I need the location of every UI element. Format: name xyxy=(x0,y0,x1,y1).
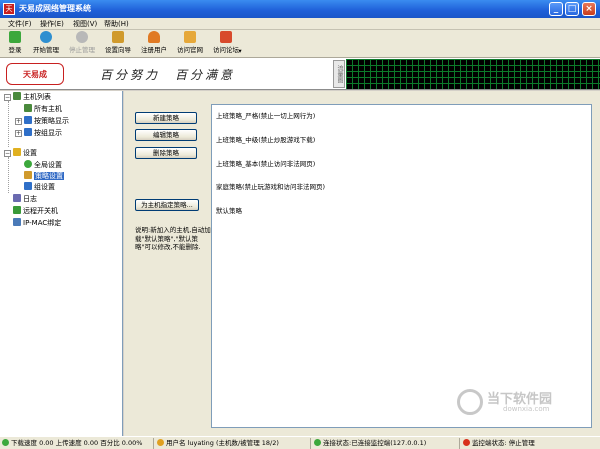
policy-settings-panel: 新建策略 编辑策略 删除策略 为主机指定策略... 说明:新加入的主机,自动加载… xyxy=(124,91,600,436)
policy-icon xyxy=(24,171,32,179)
policy-list-item[interactable]: 默认策略 xyxy=(216,207,242,216)
start-manage-button[interactable]: 开始管理 xyxy=(29,31,63,57)
menu-bar: 文件(F) 操作(E) 视图(V) 帮助(H) xyxy=(0,18,600,30)
tree-item-group-settings[interactable]: 组设置 xyxy=(24,182,55,192)
stop-icon xyxy=(76,31,88,43)
toolbar: 登录 开始管理 停止管理 设置向导 注册用户 访问官网 访问论坛 ▾ xyxy=(0,30,600,58)
visit-website-button[interactable]: 访问官网 xyxy=(173,31,207,57)
delete-policy-button[interactable]: 删除策略 xyxy=(135,147,197,159)
tree-item-by-group[interactable]: 按组显示 xyxy=(24,128,62,138)
policy-note: 说明:新加入的主机,自动加载"默认策略","默认策略"可以修改,不能删除. xyxy=(135,226,211,251)
expand-toggle-by-policy[interactable]: + xyxy=(15,118,22,125)
tree-item-settings[interactable]: 设置 xyxy=(13,148,37,158)
tree-item-remote-power[interactable]: 远程开关机 xyxy=(13,206,58,216)
expand-toggle-settings[interactable]: − xyxy=(4,150,11,157)
status-user: 用户名 luyating (主机数/被管理 18/2) xyxy=(155,438,311,449)
tree-item-policy-settings[interactable]: 策略设置 xyxy=(24,171,64,181)
status-connection: 连接状态:已连接监控端(127.0.0.1) xyxy=(312,438,460,449)
slogan: 百分努力 百分满意 xyxy=(100,68,236,82)
assign-policy-button[interactable]: 为主机指定策略... xyxy=(135,199,199,211)
policy-list-item[interactable]: 上班策略_严格(禁止一切上网行为) xyxy=(216,112,315,121)
log-icon xyxy=(13,194,21,202)
new-policy-button[interactable]: 新建策略 xyxy=(135,112,197,124)
settings-icon xyxy=(13,148,21,156)
power-icon xyxy=(13,206,21,214)
edit-policy-button[interactable]: 编辑策略 xyxy=(135,129,197,141)
minimize-button[interactable]: _ xyxy=(549,2,563,16)
user-icon xyxy=(157,439,164,446)
tree-item-ip-mac-binding[interactable]: IP-MAC绑定 xyxy=(13,218,61,228)
menu-operation[interactable]: 操作(E) xyxy=(40,18,64,30)
login-icon xyxy=(9,31,21,43)
tree-item-all-hosts[interactable]: 所有主机 xyxy=(24,104,62,114)
policy-list-item[interactable]: 家庭策略(禁止玩游戏和访问非法网页) xyxy=(216,183,325,192)
menu-help[interactable]: 帮助(H) xyxy=(104,18,129,30)
tree-item-by-policy[interactable]: 按策略显示 xyxy=(24,116,69,126)
tree-item-log[interactable]: 日志 xyxy=(13,194,37,204)
policy-list-item[interactable]: 上班策略_基本(禁止访问非法网页) xyxy=(216,160,315,169)
login-button[interactable]: 登录 xyxy=(3,31,27,57)
wizard-icon xyxy=(112,31,124,43)
start-icon xyxy=(40,31,52,43)
policy-list[interactable]: 上班策略_严格(禁止一切上网行为) 上班策略_中级(禁止炒股游戏下载) 上班策略… xyxy=(211,104,592,428)
speed-icon xyxy=(2,439,9,446)
forum-icon xyxy=(220,31,232,43)
chevron-down-icon: ▾ xyxy=(238,47,242,55)
setup-wizard-button[interactable]: 设置向导 xyxy=(101,31,135,57)
tree-item-global-settings[interactable]: 全局设置 xyxy=(24,160,62,170)
menu-file[interactable]: 文件(F) xyxy=(8,18,32,30)
download-icon xyxy=(457,389,483,415)
traffic-graph-label: 流量图 xyxy=(333,60,345,88)
status-bar: 下载速度 0.00 上传速度 0.00 百分比 0.00% 用户名 luyati… xyxy=(0,436,600,449)
stop-manage-button[interactable]: 停止管理 xyxy=(65,31,99,57)
stop-icon xyxy=(463,439,470,446)
tree-item-host-list[interactable]: 主机列表 xyxy=(13,92,51,102)
menu-view[interactable]: 视图(V) xyxy=(73,18,97,30)
connection-icon xyxy=(314,439,321,446)
computer-icon xyxy=(13,92,21,100)
banner: 天易成 百分努力 百分满意 流量图 xyxy=(0,58,600,90)
network-card-icon xyxy=(13,218,21,226)
home-icon xyxy=(184,31,196,43)
title-bar: 天 天易成网络管理系统 _ □ × xyxy=(0,0,600,18)
navigation-tree: − 主机列表 所有主机 + 按策略显示 + 按组显示 − 设置 全局设置 策略设… xyxy=(0,91,123,436)
globe-icon xyxy=(24,160,32,168)
expand-toggle-host-list[interactable]: − xyxy=(4,94,11,101)
app-icon: 天 xyxy=(3,3,15,15)
computer-icon xyxy=(24,104,32,112)
status-monitor: 监控端状态: 停止管理 xyxy=(461,438,600,449)
policy-list-item[interactable]: 上班策略_中级(禁止炒股游戏下载) xyxy=(216,136,315,145)
expand-toggle-by-group[interactable]: + xyxy=(15,130,22,137)
close-button[interactable]: × xyxy=(582,2,596,16)
register-user-icon xyxy=(148,31,160,43)
maximize-button[interactable]: □ xyxy=(565,2,579,16)
group-icon xyxy=(24,128,32,136)
window-title: 天易成网络管理系统 xyxy=(19,4,91,13)
brand-logo: 天易成 xyxy=(6,63,64,85)
group-icon xyxy=(24,182,32,190)
register-user-button[interactable]: 注册用户 xyxy=(137,31,171,57)
watermark: 当下软件园 downxia.com xyxy=(457,387,577,419)
status-speed: 下载速度 0.00 上传速度 0.00 百分比 0.00% xyxy=(0,438,154,449)
watermark-url: downxia.com xyxy=(503,405,550,413)
traffic-graph xyxy=(346,59,600,89)
group-icon xyxy=(24,116,32,124)
